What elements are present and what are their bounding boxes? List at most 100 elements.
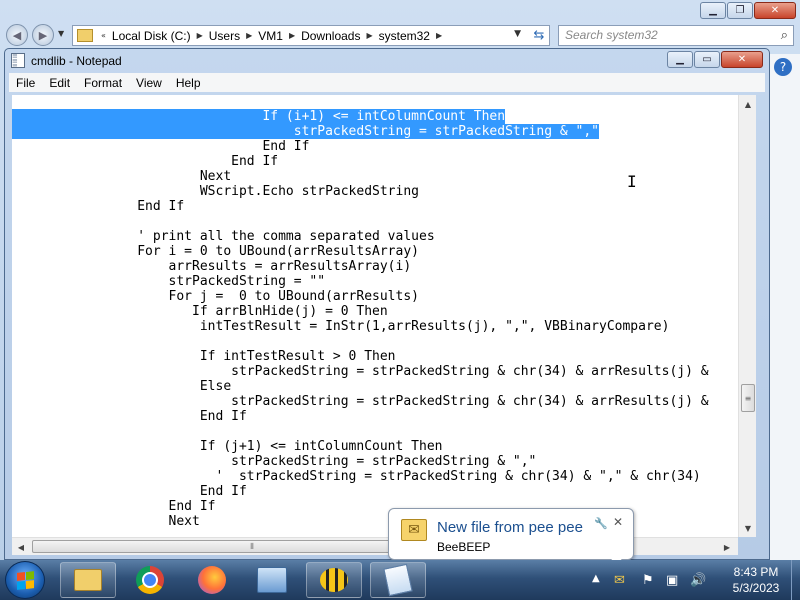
notepad-titlebar[interactable]: ≡ ≡ ≡ cmdlib - Notepad ▁ ▭ ✕: [5, 49, 769, 73]
code-line: End If: [12, 139, 310, 154]
notepad-icon: [383, 563, 413, 597]
code-line: Next: [12, 514, 200, 529]
help-icon[interactable]: ?: [774, 58, 792, 76]
breadcrumb-local-disk[interactable]: Local Disk (C:): [110, 29, 193, 43]
refresh-button[interactable]: ⇆: [528, 25, 550, 46]
taskbar: ▲ ✉ ⚑ ▣ 🔊 8:43 PM 5/3/2023: [0, 560, 800, 600]
volume-icon[interactable]: 🔊: [690, 573, 706, 588]
network-app-icon: [257, 567, 287, 593]
taskbar-network-button[interactable]: [244, 562, 300, 598]
breadcrumb-chevron-icon[interactable]: ▶: [362, 31, 376, 40]
close-icon: ✕: [737, 54, 747, 65]
notification-close-icon[interactable]: ✕: [613, 515, 623, 529]
code-line: End If: [12, 484, 247, 499]
menu-file[interactable]: File: [9, 76, 42, 90]
chrome-icon: [136, 566, 164, 594]
forward-button[interactable]: ▶: [32, 24, 54, 46]
code-line: Else: [12, 379, 232, 394]
code-line: Next: [12, 169, 232, 184]
scroll-right-arrow-icon[interactable]: ▶: [718, 538, 736, 556]
text-editor[interactable]: If (i+1) <= intColumnCount Then strPacke…: [12, 95, 738, 537]
code-line: End If: [12, 199, 185, 214]
tray-envelope-icon[interactable]: ✉: [614, 573, 625, 588]
selected-code-line: strPackedString = strPackedString & ",": [12, 124, 599, 139]
notepad-window-controls: ▁ ▭ ✕: [667, 51, 763, 68]
firefox-icon: [198, 566, 226, 594]
notification-title: New file from pee pee: [437, 519, 583, 536]
pin-icon[interactable]: 🔧: [594, 517, 608, 530]
notification-balloon[interactable]: ✉ New file from pee pee BeeBEEP 🔧 ✕: [388, 508, 634, 571]
code-line: intTestResult = InStr(1,arrResults(j), "…: [12, 319, 670, 334]
search-placeholder: Search system32: [565, 28, 658, 42]
code-line: arrResults = arrResultsArray(i): [12, 259, 412, 274]
explorer-content-edge: ?: [770, 54, 800, 560]
selected-code-line: If (i+1) <= intColumnCount Then: [12, 109, 506, 124]
code-line: strPackedString = strPackedString & chr(…: [12, 364, 709, 379]
start-button[interactable]: [5, 561, 45, 599]
folder-icon: [74, 569, 102, 591]
notification-app-name: BeeBEEP: [437, 540, 491, 554]
notepad-app-icon[interactable]: ≡ ≡ ≡: [11, 53, 25, 68]
action-center-flag-icon[interactable]: ⚑: [642, 573, 654, 588]
vertical-scrollbar[interactable]: ▲ ≡ ▼: [738, 95, 756, 537]
refresh-icon: ⇆: [533, 28, 545, 43]
network-icon[interactable]: ▣: [666, 573, 678, 588]
scroll-left-arrow-icon[interactable]: ◀: [12, 538, 30, 556]
code-line: End If: [12, 409, 247, 424]
back-arrow-icon: ◀: [12, 28, 22, 42]
breadcrumb-users[interactable]: Users: [207, 29, 242, 43]
menu-format[interactable]: Format: [77, 76, 129, 90]
close-button[interactable]: ✕: [721, 51, 763, 68]
taskbar-firefox-button[interactable]: [184, 562, 240, 598]
explorer-minimize-button[interactable]: ▁: [700, 2, 726, 19]
forward-arrow-icon: ▶: [38, 28, 48, 42]
code-line: strPackedString = "": [12, 274, 326, 289]
explorer-close-button[interactable]: ✕: [754, 2, 796, 19]
envelope-icon: ✉: [401, 519, 427, 541]
window-title: cmdlib - Notepad: [31, 54, 122, 68]
bee-icon: [320, 568, 348, 592]
code-line: End If: [12, 154, 279, 169]
breadcrumb-downloads[interactable]: Downloads: [299, 29, 362, 43]
taskbar-notepad-button[interactable]: [370, 562, 426, 598]
taskbar-chrome-button[interactable]: [122, 562, 178, 598]
search-icon: ⌕: [780, 27, 788, 42]
breadcrumb-chevron-icon[interactable]: ▶: [242, 31, 256, 40]
address-dropdown-icon[interactable]: ▼: [514, 29, 521, 39]
clock-time: 8:43 PM: [733, 565, 779, 579]
menu-help[interactable]: Help: [169, 76, 208, 90]
menu-bar: File Edit Format View Help: [9, 73, 765, 92]
code-line: For i = 0 to UBound(arrResultsArray): [12, 244, 419, 259]
breadcrumb-chevron-icon[interactable]: ▶: [285, 31, 299, 40]
vertical-scroll-thumb[interactable]: ≡: [741, 384, 755, 412]
taskbar-beebeep-button[interactable]: [306, 562, 362, 598]
menu-edit[interactable]: Edit: [42, 76, 77, 90]
minimize-icon: ▁: [676, 54, 684, 65]
code-line: WScript.Echo strPackedString: [12, 184, 419, 199]
folder-icon: [77, 29, 93, 42]
taskbar-clock[interactable]: 8:43 PM 5/3/2023: [718, 564, 794, 596]
show-desktop-button[interactable]: [791, 560, 800, 600]
show-hidden-icons-icon[interactable]: ▲: [592, 573, 600, 584]
scroll-down-arrow-icon[interactable]: ▼: [739, 519, 757, 537]
code-line: If (j+1) <= intColumnCount Then: [12, 439, 443, 454]
recent-pages-chevron-icon[interactable]: ▼: [58, 29, 64, 38]
overflow-chevron-icon[interactable]: «: [97, 31, 110, 40]
code-line: If arrBlnHide(j) = 0 Then: [12, 304, 388, 319]
maximize-button[interactable]: ▭: [694, 51, 720, 68]
taskbar-explorer-button[interactable]: [60, 562, 116, 598]
minimize-button[interactable]: ▁: [667, 51, 693, 68]
search-input[interactable]: Search system32 ⌕: [558, 25, 794, 46]
menu-view[interactable]: View: [129, 76, 169, 90]
breadcrumb-chevron-icon[interactable]: ▶: [432, 31, 446, 40]
breadcrumb-chevron-icon[interactable]: ▶: [193, 31, 207, 40]
explorer-window-controls: ▁ ❐ ✕: [700, 2, 796, 19]
scroll-up-arrow-icon[interactable]: ▲: [739, 95, 757, 113]
address-bar[interactable]: « Local Disk (C:) ▶ Users ▶ VM1 ▶ Downlo…: [72, 25, 550, 46]
explorer-maximize-button[interactable]: ❐: [727, 2, 753, 19]
breadcrumb-system32[interactable]: system32: [377, 29, 432, 43]
back-button[interactable]: ◀: [6, 24, 28, 46]
notepad-window: ≡ ≡ ≡ cmdlib - Notepad ▁ ▭ ✕ File Edit For…: [4, 48, 770, 560]
breadcrumb-vm1[interactable]: VM1: [256, 29, 285, 43]
code-text[interactable]: If (i+1) <= intColumnCount Then strPacke…: [12, 109, 709, 529]
